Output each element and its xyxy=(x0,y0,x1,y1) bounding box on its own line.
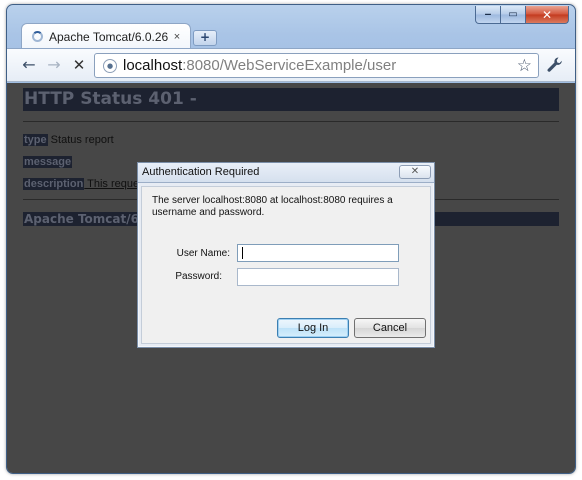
username-label: User Name: xyxy=(176,248,230,259)
minimize-button[interactable]: ‒ xyxy=(475,6,501,24)
browser-tab[interactable]: Apache Tomcat/6.0.26 - ... × xyxy=(21,23,191,49)
password-label: Password: xyxy=(175,271,222,282)
dialog-body: The server localhost:8080 at localhost:8… xyxy=(141,186,431,344)
page-globe-icon: ● xyxy=(103,58,117,73)
wrench-icon[interactable] xyxy=(545,56,565,76)
description-row: description This reques xyxy=(23,177,145,191)
dialog-message: The server localhost:8080 at localhost:8… xyxy=(152,195,393,218)
type-value: Status report xyxy=(47,134,114,146)
type-row: type Status report xyxy=(23,133,114,147)
maximize-button[interactable]: ▭ xyxy=(501,6,526,24)
back-arrow-icon[interactable]: ← xyxy=(19,55,39,75)
message-row: message xyxy=(23,155,73,169)
username-input[interactable] xyxy=(237,244,399,262)
cancel-button[interactable]: Cancel xyxy=(354,318,426,338)
wrench-icon-svg xyxy=(547,57,562,72)
description-value: This reques xyxy=(84,178,145,190)
message-label: message xyxy=(23,156,73,168)
description-label: description xyxy=(23,178,85,190)
tab-title: Apache Tomcat/6.0.26 - ... xyxy=(49,29,170,44)
text-caret xyxy=(242,247,243,259)
type-label: type xyxy=(23,134,48,146)
dialog-title: Authentication Required xyxy=(138,163,434,183)
forward-arrow-icon[interactable]: → xyxy=(44,55,64,75)
dialog-close-icon[interactable]: ✕ xyxy=(399,165,431,179)
authentication-dialog: Authentication Required ✕ The server loc… xyxy=(137,162,435,348)
url-path: :8080/WebServiceExample/user xyxy=(182,57,397,74)
url-host: localhost xyxy=(123,57,183,74)
close-window-button[interactable]: ✕ xyxy=(526,6,569,24)
loading-spinner-icon xyxy=(32,31,43,42)
log-in-button[interactable]: Log In xyxy=(277,318,349,338)
caption-buttons: ‒ ▭ ✕ xyxy=(475,6,569,24)
page-heading: HTTP Status 401 - xyxy=(23,88,559,111)
bookmark-star-icon[interactable]: ☆ xyxy=(517,56,532,76)
new-tab-button[interactable]: + xyxy=(193,30,217,46)
browser-toolbar: ← → ✕ ● localhost:8080/WebServiceExample… xyxy=(7,48,575,82)
tab-close-icon[interactable]: × xyxy=(170,31,184,43)
password-input[interactable] xyxy=(237,268,399,286)
url-text[interactable]: localhost:8080/WebServiceExample/user xyxy=(123,57,396,74)
stop-loading-icon[interactable]: ✕ xyxy=(69,55,89,75)
address-bar[interactable]: ● localhost:8080/WebServiceExample/user … xyxy=(94,53,539,78)
divider xyxy=(23,121,559,122)
